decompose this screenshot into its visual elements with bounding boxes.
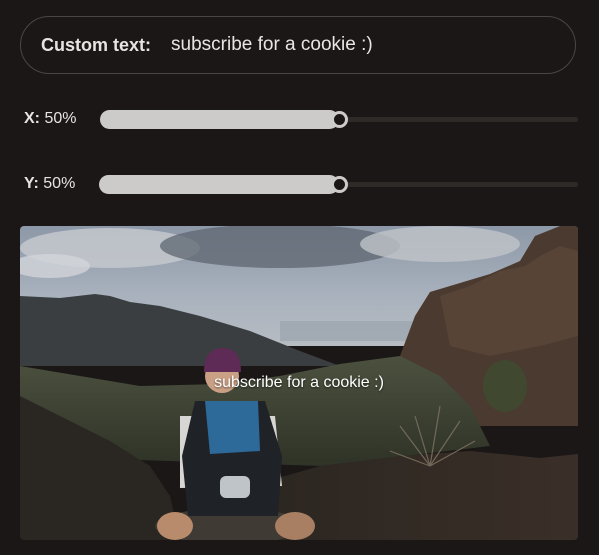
y-value: 50% [43,175,76,192]
x-slider-fill [100,109,339,129]
x-slider-row: X: 50% [24,107,578,131]
y-slider-thumb[interactable] [330,175,348,193]
x-slider-label: X: 50% [24,110,100,128]
overlay-caption: subscribe for a cookie :) [214,374,384,391]
y-slider-track[interactable] [99,174,578,194]
x-label: X: [24,110,40,127]
y-label: Y: [24,175,39,192]
custom-text-input[interactable] [171,34,532,56]
image-preview: subscribe for a cookie :) [20,226,578,540]
x-slider-thumb[interactable] [331,110,348,128]
y-slider-label: Y: 50% [24,175,99,193]
custom-text-field[interactable]: Custom text: [20,16,576,74]
x-slider-track[interactable] [100,109,578,129]
y-slider-row: Y: 50% [24,172,578,196]
custom-text-label: Custom text: [41,34,152,55]
app-root: Custom text: X: 50% Y: 50% [0,0,599,555]
x-value: 50% [44,110,77,127]
y-slider-fill [99,174,339,194]
